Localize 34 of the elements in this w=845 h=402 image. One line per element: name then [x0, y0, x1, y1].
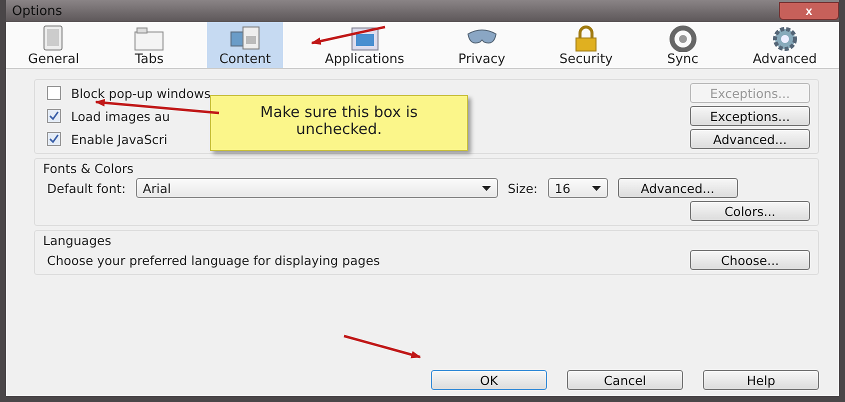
tab[interactable]: Content	[207, 22, 283, 68]
tab[interactable]: Applications	[312, 22, 416, 68]
tab[interactable]: General	[16, 22, 92, 68]
checkbox-label: Load images au	[71, 108, 170, 124]
checkbox[interactable]	[47, 86, 61, 100]
dialog-button[interactable]: Cancel	[567, 370, 683, 390]
tab[interactable]: Security	[547, 22, 625, 68]
exceptions-button[interactable]: Advanced...	[690, 129, 810, 149]
dialog-button[interactable]: Help	[703, 370, 819, 390]
content-icon	[229, 24, 262, 52]
dialog-button[interactable]: OK	[431, 370, 547, 390]
colors-button[interactable]: Colors...	[690, 201, 810, 221]
size-label: Size:	[508, 180, 538, 196]
group-title: Languages	[43, 233, 112, 248]
checkbox[interactable]	[47, 132, 61, 146]
advanced-button[interactable]: Advanced...	[618, 178, 738, 198]
size-dropdown[interactable]: 16	[548, 178, 608, 198]
checkbox-label: Block pop-up windows	[71, 86, 211, 100]
font-dropdown[interactable]: Arial	[136, 178, 498, 198]
choose-button[interactable]: Choose...	[690, 250, 810, 270]
close-button[interactable]: x	[779, 2, 839, 20]
font-label: Default font:	[47, 180, 126, 196]
checkbox-label: Enable JavaScri	[71, 132, 168, 146]
tab[interactable]: Sync	[654, 22, 711, 68]
exceptions-button[interactable]: Exceptions...	[690, 106, 810, 126]
language-description: Choose your preferred language for displaying pages	[47, 252, 380, 268]
tab[interactable]: Privacy	[446, 22, 518, 68]
callout-note: Make sure this box is unchecked.	[210, 95, 468, 151]
checkbox[interactable]	[47, 109, 61, 123]
window-title: Options	[11, 4, 62, 18]
sync-icon	[666, 24, 699, 52]
tab[interactable]: Advanced	[740, 22, 829, 68]
tab[interactable]: Tabs	[121, 22, 178, 68]
group-title: Fonts & Colors	[43, 161, 135, 176]
